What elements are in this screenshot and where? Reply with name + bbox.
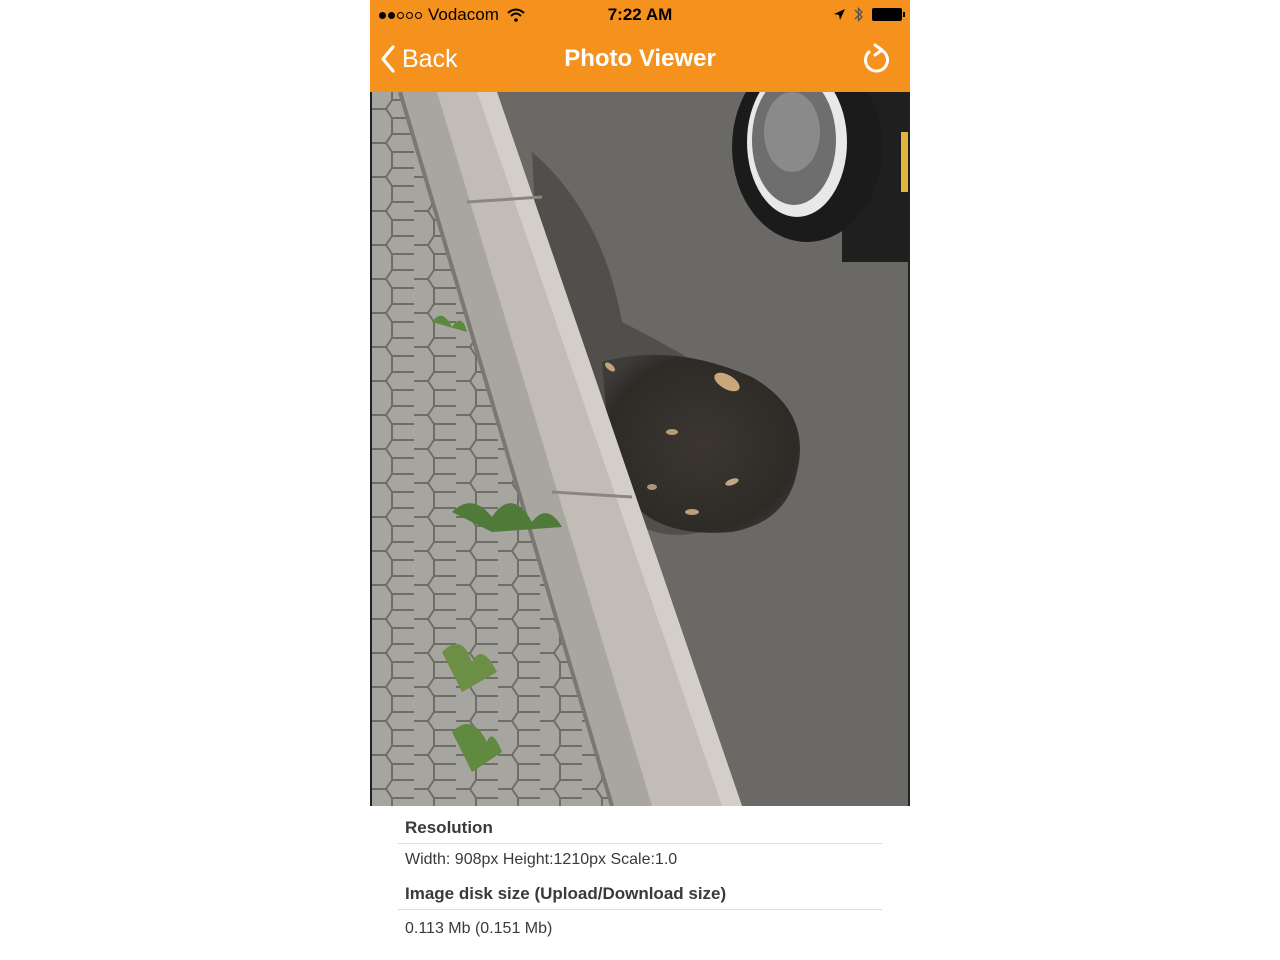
status-bar: Vodacom 7:22 AM bbox=[370, 0, 910, 30]
status-right bbox=[833, 6, 905, 23]
bluetooth-icon bbox=[854, 6, 863, 23]
refresh-icon bbox=[864, 43, 889, 73]
disk-size-header: Image disk size (Upload/Download size) bbox=[398, 872, 882, 910]
photo-info-section: Resolution Width: 908px Height:1210px Sc… bbox=[398, 806, 882, 941]
refresh-button[interactable] bbox=[860, 42, 890, 83]
battery-icon bbox=[872, 8, 905, 21]
pothole-photo bbox=[372, 92, 908, 806]
photo-image[interactable] bbox=[370, 92, 910, 806]
resolution-header: Resolution bbox=[398, 806, 882, 844]
disk-size-value: 0.113 Mb (0.151 Mb) bbox=[405, 920, 553, 937]
location-arrow-icon bbox=[834, 9, 845, 20]
page-title: Photo Viewer bbox=[564, 45, 716, 72]
resolution-value: Width: 908px Height:1210px Scale:1.0 bbox=[405, 851, 678, 868]
phone-screen: Vodacom 7:22 AM Back Photo Viewer Resolu… bbox=[370, 0, 910, 960]
navigation-bar: Back Photo Viewer bbox=[370, 30, 910, 92]
status-time: 7:22 AM bbox=[607, 5, 673, 24]
